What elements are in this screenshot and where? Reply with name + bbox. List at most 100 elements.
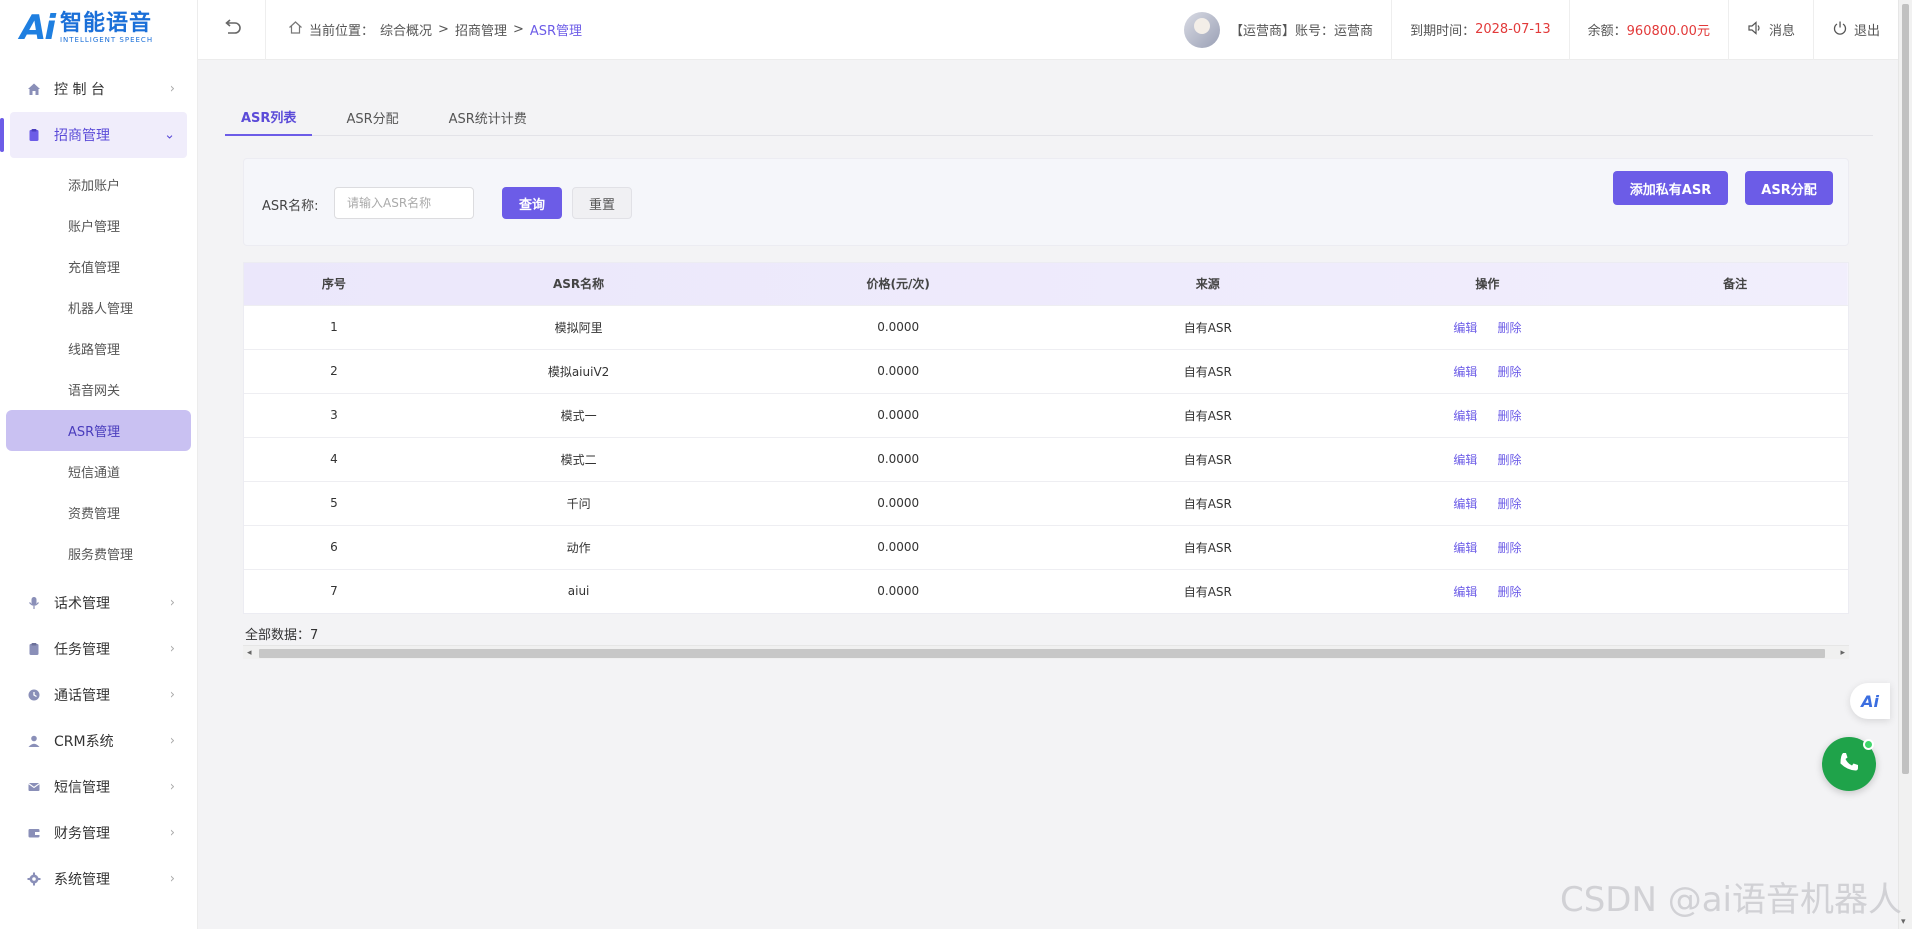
cell-price: 0.0000 bbox=[877, 408, 920, 422]
edit-link[interactable]: 编辑 bbox=[1453, 409, 1477, 423]
sidebar-item-sms[interactable]: 短信管理 › bbox=[0, 764, 197, 810]
task-icon bbox=[26, 641, 42, 657]
cell-no: 1 bbox=[330, 320, 338, 334]
tab-asr-billing[interactable]: ASR统计计费 bbox=[433, 98, 543, 136]
gear-icon bbox=[26, 871, 42, 887]
vertical-scrollbar[interactable]: ▾ bbox=[1898, 0, 1912, 929]
sidebar-subitem-sms-channel[interactable]: 短信通道 bbox=[0, 451, 197, 492]
search-panel: ASR名称: 查询 重置 添加私有ASR ASR分配 bbox=[243, 158, 1849, 246]
balance-info: 余额： 960800.00元 bbox=[1568, 0, 1728, 60]
cell-source: 自有ASR bbox=[1183, 320, 1232, 335]
cell-source: 自有ASR bbox=[1183, 364, 1232, 379]
column-header: 操作 bbox=[1475, 277, 1500, 292]
sidebar-item-task[interactable]: 任务管理 › bbox=[0, 626, 197, 672]
edit-link[interactable]: 编辑 bbox=[1453, 453, 1477, 467]
chevron-right-icon: › bbox=[169, 779, 175, 795]
cell-source: 自有ASR bbox=[1183, 452, 1232, 467]
sidebar-item-label: 任务管理 bbox=[54, 642, 110, 658]
breadcrumb-separator: > bbox=[438, 22, 449, 37]
breadcrumb-overview[interactable]: 综合概况 bbox=[380, 20, 432, 39]
add-private-asr-button[interactable]: 添加私有ASR bbox=[1613, 171, 1728, 205]
asr-name-input[interactable] bbox=[334, 187, 474, 219]
sidebar-item-script[interactable]: 话术管理 › bbox=[0, 580, 197, 626]
sidebar-subitem-account-manage[interactable]: 账户管理 bbox=[0, 205, 197, 246]
edit-link[interactable]: 编辑 bbox=[1453, 321, 1477, 335]
breadcrumb-merchant[interactable]: 招商管理 bbox=[455, 20, 507, 39]
back-button[interactable] bbox=[198, 0, 266, 60]
sidebar-subitem-gateway[interactable]: 语音网关 bbox=[0, 369, 197, 410]
sidebar-item-crm[interactable]: CRM系统 › bbox=[0, 718, 197, 764]
message-button[interactable]: 消息 bbox=[1727, 0, 1813, 60]
logo-cn: 智能语音 bbox=[59, 10, 152, 36]
message-label: 消息 bbox=[1768, 24, 1795, 39]
cell-no: 2 bbox=[330, 364, 338, 378]
query-button[interactable]: 查询 bbox=[502, 187, 562, 219]
asr-table: 序号 ASR名称 价格(元/次) 来源 操作 备注 1 模拟阿里 0.0000 … bbox=[243, 262, 1849, 614]
logout-button[interactable]: 退出 bbox=[1812, 0, 1898, 60]
phone-call-button[interactable] bbox=[1822, 737, 1876, 791]
table-header-row: 序号 ASR名称 价格(元/次) 来源 操作 备注 bbox=[244, 263, 1848, 305]
home-icon bbox=[288, 20, 303, 39]
power-icon bbox=[1832, 20, 1848, 40]
delete-link[interactable]: 删除 bbox=[1497, 585, 1521, 599]
ai-assistant-button[interactable]: Ai bbox=[1850, 683, 1890, 719]
main-content: ASR列表 ASR分配 ASR统计计费 ASR名称: 查询 重置 添加私有ASR… bbox=[225, 60, 1873, 659]
delete-link[interactable]: 删除 bbox=[1497, 497, 1521, 511]
horizontal-scrollbar[interactable]: ◂ ▸ bbox=[243, 645, 1849, 659]
sidebar-subitem-line[interactable]: 线路管理 bbox=[0, 328, 197, 369]
scroll-right-icon[interactable]: ▸ bbox=[1840, 646, 1845, 660]
delete-link[interactable]: 删除 bbox=[1497, 453, 1521, 467]
chevron-right-icon: › bbox=[169, 825, 175, 841]
cell-name: 模式二 bbox=[560, 452, 597, 467]
asr-assign-button[interactable]: ASR分配 bbox=[1745, 171, 1833, 205]
sidebar-subitem-robot[interactable]: 机器人管理 bbox=[0, 287, 197, 328]
edit-link[interactable]: 编辑 bbox=[1453, 541, 1477, 555]
scrollbar-thumb[interactable] bbox=[1902, 4, 1909, 774]
sidebar-subitem-add-account[interactable]: 添加账户 bbox=[0, 164, 197, 205]
column-header: 备注 bbox=[1723, 277, 1748, 292]
sidebar-item-merchant[interactable]: 招商管理 ⌄ bbox=[0, 112, 187, 158]
sidebar-subitem-recharge[interactable]: 充值管理 bbox=[0, 246, 197, 287]
chevron-right-icon: › bbox=[169, 641, 175, 657]
cell-price: 0.0000 bbox=[877, 452, 920, 466]
scroll-left-icon[interactable]: ◂ bbox=[247, 646, 252, 660]
logo: Ai 智能语音 INTELLIGENT SPEECH bbox=[0, 0, 197, 56]
sidebar-subitem-tariff[interactable]: 资费管理 bbox=[0, 492, 197, 533]
delete-link[interactable]: 删除 bbox=[1497, 321, 1521, 335]
edit-link[interactable]: 编辑 bbox=[1453, 497, 1477, 511]
sidebar-subitem-asr[interactable]: ASR管理 bbox=[6, 410, 191, 451]
cell-price: 0.0000 bbox=[877, 496, 920, 510]
delete-link[interactable]: 删除 bbox=[1497, 541, 1521, 555]
cell-no: 6 bbox=[330, 540, 338, 554]
cell-name: aiui bbox=[567, 584, 590, 599]
sidebar-item-finance[interactable]: 财务管理 › bbox=[0, 810, 197, 856]
sidebar: Ai 智能语音 INTELLIGENT SPEECH 控 制 台 › 招商管理 … bbox=[0, 0, 198, 929]
cell-name: 模拟aiuiV2 bbox=[547, 364, 610, 379]
total-count: 全部数据：7 bbox=[245, 628, 319, 643]
reset-button[interactable]: 重置 bbox=[572, 187, 632, 219]
chevron-right-icon: › bbox=[169, 81, 175, 97]
sidebar-subitem-service-fee[interactable]: 服务费管理 bbox=[0, 533, 197, 574]
delete-link[interactable]: 删除 bbox=[1497, 409, 1521, 423]
header-right: 【运营商】账号：运营商 到期时间： 2028-07-13 余额： 960800.… bbox=[1184, 0, 1898, 60]
edit-link[interactable]: 编辑 bbox=[1453, 585, 1477, 599]
scrollbar-thumb[interactable] bbox=[259, 649, 1825, 658]
sidebar-item-dashboard[interactable]: 控 制 台 › bbox=[0, 66, 197, 112]
chevron-down-icon: ⌄ bbox=[164, 127, 175, 143]
tab-asr-list[interactable]: ASR列表 bbox=[225, 98, 313, 136]
edit-link[interactable]: 编辑 bbox=[1453, 365, 1477, 379]
cell-source: 自有ASR bbox=[1183, 408, 1232, 423]
delete-link[interactable]: 删除 bbox=[1497, 365, 1521, 379]
cell-actions: 编辑 删除 bbox=[1353, 437, 1623, 481]
user-info[interactable]: 【运营商】账号：运营商 bbox=[1184, 0, 1391, 60]
sidebar-item-call[interactable]: 通话管理 › bbox=[0, 672, 197, 718]
cell-source: 自有ASR bbox=[1183, 540, 1232, 555]
top-header: 当前位置： 综合概况 > 招商管理 > ASR管理 【运营商】账号：运营商 到期… bbox=[198, 0, 1898, 60]
online-status-dot bbox=[1863, 739, 1874, 750]
column-header: 序号 bbox=[321, 277, 346, 292]
tab-asr-assign[interactable]: ASR分配 bbox=[330, 98, 414, 136]
sidebar-item-label: 系统管理 bbox=[54, 872, 110, 888]
sidebar-item-system[interactable]: 系统管理 › bbox=[0, 856, 197, 902]
cell-price: 0.0000 bbox=[877, 584, 920, 599]
sidebar-item-label: 财务管理 bbox=[54, 826, 110, 842]
